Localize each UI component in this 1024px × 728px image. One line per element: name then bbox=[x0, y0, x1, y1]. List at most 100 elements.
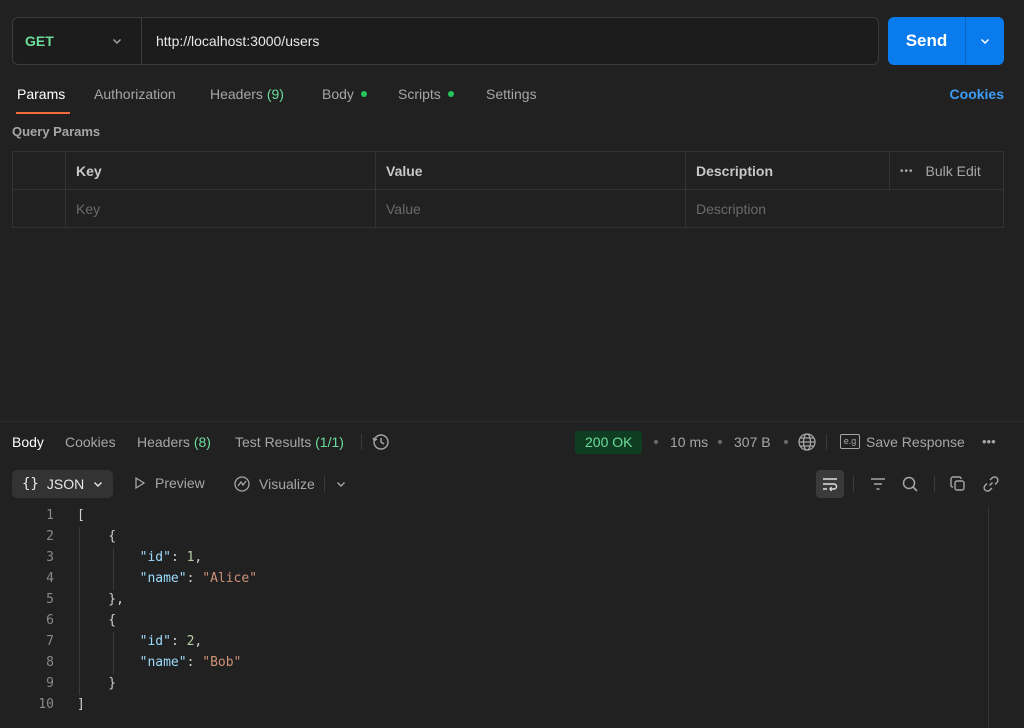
response-view-toolbar: {} JSON Preview Visualize bbox=[0, 466, 1024, 500]
key-input[interactable]: Key bbox=[66, 190, 376, 228]
line-number: 7 bbox=[46, 634, 54, 649]
preview-label: Preview bbox=[155, 475, 205, 491]
line-number: 10 bbox=[38, 697, 54, 712]
preview-button[interactable]: Preview bbox=[133, 475, 205, 491]
separator-dot bbox=[718, 440, 722, 444]
history-icon[interactable] bbox=[371, 432, 391, 455]
method-label: GET bbox=[25, 33, 54, 49]
send-button[interactable]: Send bbox=[888, 17, 966, 65]
line-content: { bbox=[77, 529, 117, 544]
json-key: "name" bbox=[139, 571, 187, 586]
more-icon: ••• bbox=[900, 165, 914, 177]
headers-count: (9) bbox=[266, 86, 284, 102]
wrap-lines-button[interactable] bbox=[816, 470, 844, 498]
code-line: 6 { bbox=[0, 611, 990, 632]
divider bbox=[361, 434, 362, 450]
query-params-table: Key Value Description ••• Bulk Edit Key … bbox=[12, 151, 1004, 228]
example-icon: e.g bbox=[840, 434, 860, 449]
visualize-button[interactable]: Visualize bbox=[233, 475, 315, 493]
line-content: }, bbox=[77, 592, 124, 607]
line-content: } bbox=[77, 676, 117, 691]
code-line: 1[ bbox=[0, 506, 990, 527]
column-header-value: Value bbox=[376, 152, 686, 190]
line-number: 9 bbox=[46, 676, 54, 691]
method-select[interactable]: GET bbox=[13, 18, 142, 64]
active-tab-indicator bbox=[16, 112, 70, 114]
request-tabs: Params Authorization Headers (9) Body Sc… bbox=[12, 82, 1004, 114]
json-key: "id" bbox=[139, 550, 171, 565]
tab-settings[interactable]: Settings bbox=[486, 86, 537, 102]
response-body-editor[interactable]: 1[ 2 { 3 "id": 1, 4 "name": "Alice" 5 },… bbox=[0, 506, 990, 716]
chevron-down-icon bbox=[109, 33, 125, 49]
search-button[interactable] bbox=[896, 470, 924, 498]
line-number: 5 bbox=[46, 592, 54, 607]
line-content: "id": 2, bbox=[139, 634, 203, 649]
code-line: 7 "id": 2, bbox=[0, 632, 990, 653]
visualize-label: Visualize bbox=[259, 476, 315, 492]
code-line: 5 }, bbox=[0, 590, 990, 611]
response-bar: Body Cookies Headers (8) Test Results (1… bbox=[0, 421, 1024, 461]
status-badge[interactable]: 200 OK bbox=[575, 431, 643, 454]
format-label: JSON bbox=[46, 476, 85, 492]
tab-headers[interactable]: Headers (9) bbox=[210, 86, 284, 102]
response-tab-headers[interactable]: Headers (8) bbox=[137, 434, 211, 450]
code-line: 2 { bbox=[0, 527, 990, 548]
response-tab-cookies[interactable]: Cookies bbox=[65, 434, 116, 450]
response-time[interactable]: 10 ms bbox=[670, 434, 708, 450]
response-tab-body[interactable]: Body bbox=[12, 434, 44, 450]
send-button-group: Send bbox=[888, 17, 1004, 65]
chevron-down-icon bbox=[980, 38, 990, 45]
json-number: 1 bbox=[186, 550, 195, 565]
test-results-label: Test Results bbox=[235, 434, 312, 450]
globe-icon[interactable] bbox=[797, 432, 817, 455]
line-number: 2 bbox=[46, 529, 54, 544]
line-content: "id": 1, bbox=[139, 550, 203, 565]
line-content: ] bbox=[77, 697, 85, 712]
code-line: 4 "name": "Alice" bbox=[0, 569, 990, 590]
line-number: 4 bbox=[46, 571, 54, 586]
scripts-status-dot bbox=[447, 91, 454, 98]
code-line: 10] bbox=[0, 695, 990, 716]
filter-button[interactable] bbox=[864, 470, 892, 498]
separator-dot bbox=[784, 440, 788, 444]
table-header-row: Key Value Description ••• Bulk Edit bbox=[13, 152, 1003, 190]
json-string: "Bob" bbox=[202, 655, 242, 670]
line-number: 1 bbox=[46, 508, 54, 523]
tab-body[interactable]: Body bbox=[322, 86, 367, 102]
more-options-button[interactable]: ••• bbox=[982, 434, 996, 449]
response-tab-test-results[interactable]: Test Results (1/1) bbox=[235, 434, 344, 450]
description-input[interactable]: Description bbox=[686, 190, 1003, 228]
response-size[interactable]: 307 B bbox=[734, 434, 771, 450]
format-select[interactable]: {} JSON bbox=[12, 470, 113, 498]
line-content: "name": "Alice" bbox=[139, 571, 258, 586]
copy-button[interactable] bbox=[944, 470, 972, 498]
bulk-edit-button[interactable]: ••• Bulk Edit bbox=[890, 152, 1003, 190]
tab-authorization[interactable]: Authorization bbox=[94, 86, 176, 102]
save-response-button[interactable]: Save Response bbox=[866, 434, 965, 450]
tab-body-label: Body bbox=[322, 86, 354, 102]
wrap-icon bbox=[823, 478, 838, 492]
link-icon bbox=[983, 476, 999, 492]
value-input[interactable]: Value bbox=[376, 190, 686, 228]
visualize-icon bbox=[234, 476, 250, 492]
code-line: 8 "name": "Bob" bbox=[0, 653, 990, 674]
tab-scripts[interactable]: Scripts bbox=[398, 86, 454, 102]
copy-icon bbox=[950, 476, 965, 491]
row-checkbox-cell bbox=[13, 190, 66, 228]
link-button[interactable] bbox=[977, 470, 1005, 498]
chevron-down-icon bbox=[94, 482, 103, 487]
separator-dot bbox=[654, 440, 658, 444]
tab-params[interactable]: Params bbox=[17, 86, 65, 102]
line-number: 8 bbox=[46, 655, 54, 670]
url-bar: GET http://localhost:3000/users bbox=[12, 17, 879, 65]
json-key: "name" bbox=[139, 655, 187, 670]
line-content: { bbox=[77, 613, 117, 628]
code-line: 9 } bbox=[0, 674, 990, 695]
view-options-button[interactable] bbox=[327, 470, 355, 498]
column-header-key: Key bbox=[66, 152, 376, 190]
cookies-link[interactable]: Cookies bbox=[950, 86, 1004, 102]
line-content: "name": "Bob" bbox=[139, 655, 242, 670]
filter-icon bbox=[871, 478, 885, 490]
url-input[interactable]: http://localhost:3000/users bbox=[142, 33, 319, 49]
send-options-button[interactable] bbox=[966, 17, 1004, 65]
